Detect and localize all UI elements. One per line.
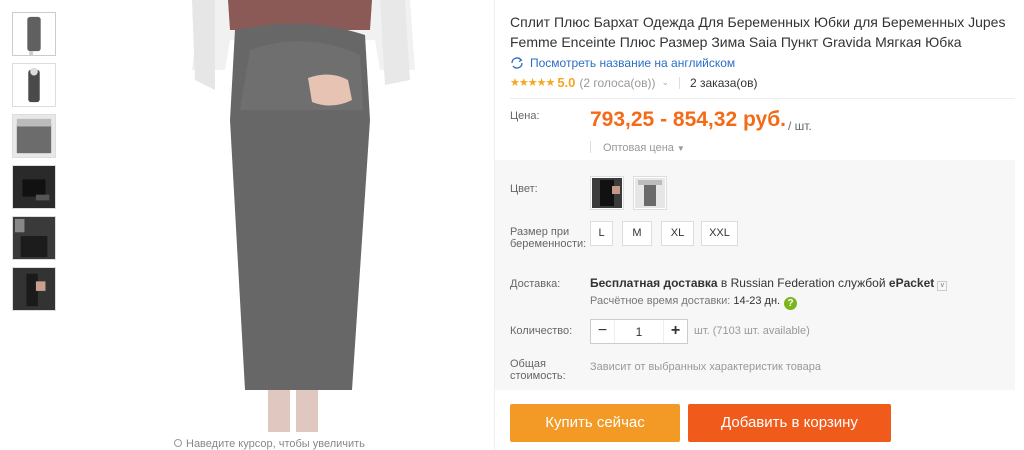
buy-now-button[interactable]: Купить сейчас — [510, 404, 680, 442]
color-swatch-gray[interactable] — [633, 176, 667, 210]
delivery-country: в Russian Federation службой — [717, 276, 889, 290]
thumbnail-5[interactable] — [12, 216, 56, 260]
rating-value: 5.0 — [557, 75, 576, 90]
divider — [510, 98, 1015, 99]
price-unit: / шт. — [788, 119, 812, 133]
total-value: Зависит от выбранных характеристик товар… — [590, 361, 821, 373]
wholesale-price-toggle[interactable]: Оптовая цена ▼ — [590, 141, 685, 154]
magnifier-icon — [174, 439, 182, 447]
votes-link[interactable]: (2 голоса(ов)) — [579, 76, 655, 90]
product-title: Сплит Плюс Бархат Одежда Для Беременных … — [510, 14, 1006, 50]
rating-row: ★★★★★ 5.0 (2 голоса(ов)) ⌄ 2 заказа(ов) — [510, 75, 757, 90]
size-option-l[interactable]: L — [590, 221, 613, 246]
chevron-down-icon[interactable]: ⌄ — [661, 77, 669, 88]
total-label: Общая стоимость: — [510, 358, 566, 382]
price-label: Цена: — [510, 110, 540, 122]
shipping-service: ePacket — [888, 276, 935, 290]
options-panel — [495, 160, 1015, 390]
price-value: 793,25 - 854,32 руб. — [590, 108, 786, 131]
color-swatch-black[interactable] — [590, 176, 624, 210]
color-label: Цвет: — [510, 183, 538, 195]
zoom-hint-text: Наведите курсор, чтобы увеличить — [186, 438, 365, 450]
increment-button[interactable]: + — [663, 320, 687, 343]
quantity-stepper: − + — [590, 319, 688, 344]
add-to-cart-button[interactable]: Добавить в корзину — [688, 404, 891, 442]
translate-icon — [511, 57, 523, 69]
delivery-label: Доставка: — [510, 278, 561, 290]
translate-link-text: Посмотреть название на английском — [530, 56, 736, 70]
zoom-hint: Наведите курсор, чтобы увеличить — [174, 438, 365, 450]
translate-link[interactable]: Посмотреть название на английском — [510, 56, 735, 70]
size-option-xxl[interactable]: XXL — [701, 221, 738, 246]
separator — [679, 76, 680, 89]
size-option-xl[interactable]: XL — [661, 221, 694, 246]
star-rating-icon: ★★★★★ — [510, 77, 555, 89]
size-option-m[interactable]: M — [622, 221, 652, 246]
help-icon[interactable]: ? — [784, 297, 798, 310]
wholesale-label: Оптовая цена — [603, 142, 674, 154]
size-label: Размер при беременности: — [510, 226, 587, 250]
quantity-input[interactable] — [615, 320, 663, 343]
quantity-label: Количество: — [510, 325, 573, 337]
thumbnail-6[interactable] — [12, 267, 56, 311]
delivery-info: Бесплатная доставка в Russian Federation… — [590, 276, 948, 291]
orders-count: 2 заказа(ов) — [690, 75, 758, 90]
caret-down-icon: ▼ — [676, 144, 685, 153]
main-product-image[interactable] — [80, 0, 490, 432]
delivery-estimate: Расчётное время доставки: 14-23 дн.? — [590, 295, 798, 310]
thumbnail-1[interactable] — [12, 12, 56, 56]
thumbnail-4[interactable] — [12, 165, 56, 209]
quantity-available: шт. (7103 шт. available) — [694, 325, 810, 337]
estimate-label: Расчётное время доставки: — [590, 295, 734, 307]
thumbnail-3[interactable] — [12, 114, 56, 158]
thumbnail-2[interactable] — [12, 63, 56, 107]
free-shipping-text: Бесплатная доставка — [590, 276, 718, 290]
estimate-days: 14-23 дн. — [733, 295, 781, 307]
chevron-down-icon[interactable]: ∨ — [937, 281, 948, 291]
thumbnail-list — [12, 12, 56, 318]
decrement-button[interactable]: − — [591, 320, 615, 343]
